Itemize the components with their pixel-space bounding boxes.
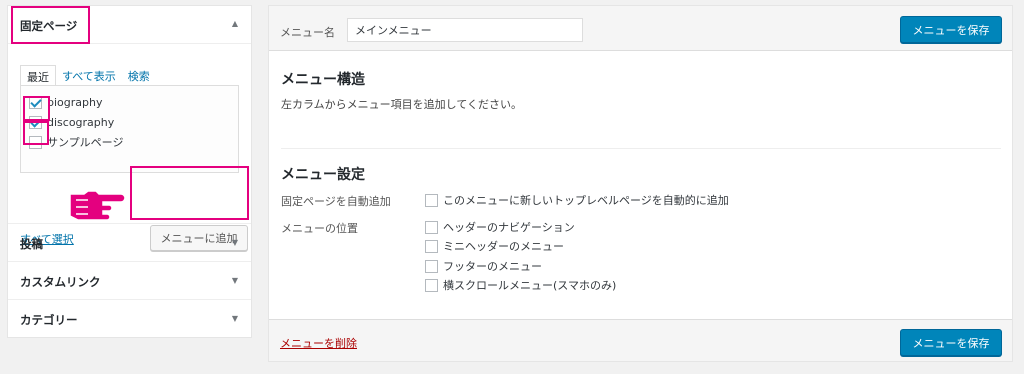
triangle-up-icon[interactable]: ▲ (232, 19, 238, 28)
categories-section-header[interactable]: カテゴリー ▼ (8, 300, 251, 338)
location-option-label: フッターのメニュー (443, 260, 542, 273)
highlight-box-pages-title (11, 6, 90, 44)
triangle-down-icon[interactable]: ▼ (232, 238, 238, 247)
save-menu-button-top[interactable]: メニューを保存 (900, 16, 1002, 43)
menu-location-label: メニューの位置 (281, 222, 358, 235)
triangle-down-icon[interactable]: ▼ (232, 314, 238, 323)
menu-name-input[interactable] (347, 18, 583, 42)
location-option-label: 横スクロールメニュー(スマホのみ) (443, 279, 617, 292)
menu-edit-panel: メニュー名 メニューを保存 メニュー構造 左カラムからメニュー項目を追加してくだ… (268, 5, 1013, 362)
menu-edit-header: メニュー名 メニューを保存 (269, 6, 1012, 51)
menu-edit-footer: メニューを削除 メニューを保存 (269, 319, 1012, 361)
page-item-label: discography (47, 115, 115, 129)
highlight-box-biography (23, 96, 50, 121)
menu-structure-title: メニュー構造 (281, 72, 365, 88)
custom-links-section-title: カスタムリンク (20, 275, 101, 289)
location-option[interactable]: 横スクロールメニュー(スマホのみ) (425, 277, 616, 293)
save-menu-button-bottom[interactable]: メニューを保存 (900, 329, 1002, 356)
tab-recent[interactable]: 最近 (20, 65, 56, 86)
checkbox-location-footer[interactable] (425, 259, 438, 273)
menu-settings-title: メニュー設定 (281, 167, 365, 183)
location-option-label: ミニヘッダーのメニュー (443, 240, 564, 253)
custom-links-section-header[interactable]: カスタムリンク ▼ (8, 262, 251, 300)
auto-add-label: 固定ページを自動追加 (281, 195, 391, 208)
checkbox-location-header-nav[interactable] (425, 220, 438, 234)
pages-tabs: 最近 すべて表示 検索 (20, 65, 156, 86)
posts-section-header[interactable]: 投稿 ▼ (8, 224, 251, 262)
highlight-box-add-button (130, 166, 249, 220)
posts-section-title: 投稿 (20, 237, 43, 251)
delete-menu-link[interactable]: メニューを削除 (280, 335, 357, 351)
pointing-hand-icon (69, 190, 126, 221)
tab-search[interactable]: 検索 (122, 65, 156, 86)
page-item-label: サンプルページ (47, 136, 124, 149)
auto-add-option[interactable]: このメニューに新しいトップレベルページを自動的に追加 (425, 192, 729, 208)
triangle-down-icon[interactable]: ▼ (232, 276, 238, 285)
categories-section-title: カテゴリー (20, 313, 78, 327)
location-option[interactable]: ミニヘッダーのメニュー (425, 238, 564, 254)
page-item-label: biography (47, 95, 103, 109)
highlight-box-discography (23, 121, 49, 145)
divider (281, 148, 1001, 149)
menu-structure-description: 左カラムからメニュー項目を追加してください。 (281, 98, 523, 111)
menu-name-label: メニュー名 (280, 26, 335, 39)
auto-add-option-label: このメニューに新しいトップレベルページを自動的に追加 (443, 194, 729, 207)
location-option-label: ヘッダーのナビゲーション (443, 221, 575, 234)
tab-view-all[interactable]: すべて表示 (56, 65, 122, 86)
location-option[interactable]: フッターのメニュー (425, 258, 542, 274)
checkbox-location-scroll-menu[interactable] (425, 278, 438, 292)
location-option[interactable]: ヘッダーのナビゲーション (425, 219, 575, 235)
checkbox-auto-add[interactable] (425, 193, 438, 207)
checkbox-location-mini-header[interactable] (425, 239, 438, 253)
pages-checklist: biography discography サンプルページ (20, 85, 239, 173)
